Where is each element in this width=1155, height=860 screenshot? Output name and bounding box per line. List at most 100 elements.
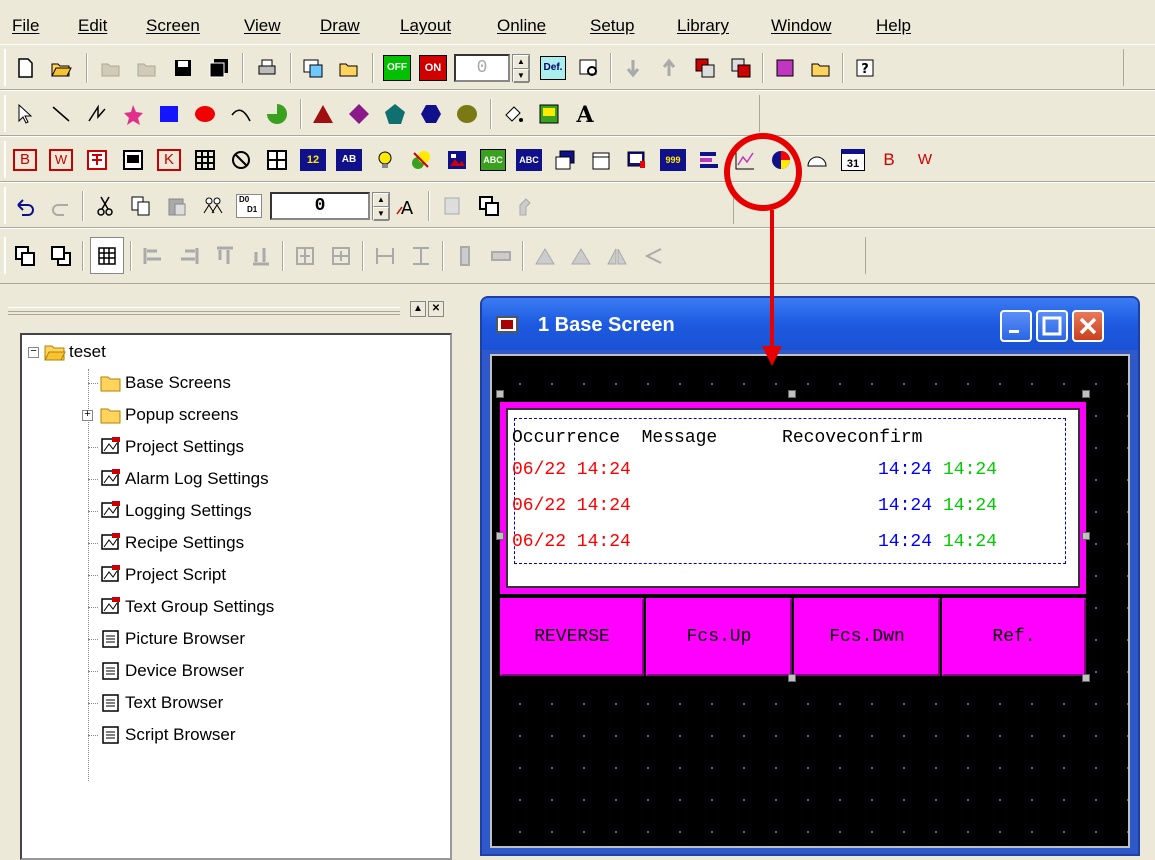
word-lamp-button[interactable]: W xyxy=(908,141,942,178)
tree-collapse-toggle[interactable]: − xyxy=(28,347,39,358)
rotate-right-button[interactable] xyxy=(564,237,598,274)
reverse-button[interactable]: REVERSE xyxy=(500,598,644,676)
align-left-button[interactable] xyxy=(136,237,170,274)
distribute-v-button[interactable] xyxy=(404,237,438,274)
date-display-button[interactable]: 31 xyxy=(836,141,870,178)
menu-window[interactable]: Window xyxy=(771,16,831,36)
select-tool-button[interactable] xyxy=(8,95,42,132)
state-spinner[interactable]: ▲ ▼ xyxy=(512,54,530,83)
pentagon-tool-button[interactable] xyxy=(378,95,412,132)
meter-button[interactable] xyxy=(800,141,834,178)
hexagon-tool-button[interactable] xyxy=(414,95,448,132)
calendar-button[interactable] xyxy=(584,141,618,178)
help-button[interactable]: ? xyxy=(848,49,882,86)
bring-front-button[interactable] xyxy=(8,237,42,274)
tree-item-project-settings[interactable]: Project Settings xyxy=(100,434,244,460)
diamond-tool-button[interactable] xyxy=(342,95,376,132)
tree-item-logging-settings[interactable]: Logging Settings xyxy=(100,498,252,524)
rotate-left-button[interactable] xyxy=(528,237,562,274)
numeric-display-button[interactable]: 12 xyxy=(296,141,330,178)
align-bottom-button[interactable] xyxy=(244,237,278,274)
selection-handle[interactable] xyxy=(496,390,504,398)
center-v-button[interactable] xyxy=(324,237,358,274)
selection-handle[interactable] xyxy=(496,532,504,540)
window-parts-button[interactable] xyxy=(548,141,582,178)
indicator-button[interactable] xyxy=(260,141,294,178)
selection-handle[interactable] xyxy=(788,390,796,398)
selection-handle[interactable] xyxy=(1082,390,1090,398)
paste-button[interactable] xyxy=(160,187,194,224)
grid-toggle-button[interactable] xyxy=(90,237,124,274)
menu-edit[interactable]: Edit xyxy=(78,16,107,36)
transfer-button-2[interactable] xyxy=(724,49,758,86)
menu-help[interactable]: Help xyxy=(876,16,911,36)
library-button[interactable] xyxy=(768,49,802,86)
align-top-button[interactable] xyxy=(208,237,242,274)
line-tool-button[interactable] xyxy=(44,95,78,132)
key-button[interactable]: K xyxy=(152,141,186,178)
open-disabled-button-2[interactable] xyxy=(130,49,164,86)
tree-expand-toggle[interactable]: + xyxy=(82,410,93,421)
d0-d1-button[interactable]: D0 D1 xyxy=(232,187,266,224)
octagon-tool-button[interactable] xyxy=(450,95,484,132)
rectangle-tool-button[interactable] xyxy=(152,95,186,132)
lamp-button[interactable] xyxy=(368,141,402,178)
tree-item-script-browser[interactable]: Script Browser xyxy=(100,722,236,748)
save-button[interactable] xyxy=(166,49,200,86)
tree-item-popup-screens[interactable]: Popup screens xyxy=(100,402,238,428)
paint-tool-button[interactable] xyxy=(496,95,530,132)
tree-item-text-browser[interactable]: Text Browser xyxy=(100,690,223,716)
message-display2-button[interactable]: ABC xyxy=(512,141,546,178)
selection-handle[interactable] xyxy=(788,674,796,682)
upload-button[interactable] xyxy=(652,49,686,86)
font-size-button[interactable]: A xyxy=(388,187,422,224)
redo-button[interactable] xyxy=(44,187,78,224)
print-button[interactable] xyxy=(250,49,284,86)
flip-h-button[interactable] xyxy=(600,237,634,274)
tree-item-text-group-settings[interactable]: Text Group Settings xyxy=(100,594,274,620)
keypad-button[interactable] xyxy=(116,141,150,178)
focus-down-button[interactable]: Fcs.Dwn xyxy=(794,598,940,676)
triangle-tool-button[interactable] xyxy=(306,95,340,132)
screen-canvas[interactable]: Occurrence Message Recoveconfirm 06/22 1… xyxy=(490,354,1130,848)
word-switch-button[interactable]: W xyxy=(44,141,78,178)
screen-change-button[interactable] xyxy=(80,141,114,178)
flip-v-button[interactable] xyxy=(636,237,670,274)
menu-online[interactable]: Online xyxy=(497,16,546,36)
alarm-button[interactable] xyxy=(620,141,654,178)
focus-up-button[interactable]: Fcs.Up xyxy=(646,598,792,676)
open-file-button[interactable] xyxy=(44,49,78,86)
table-button[interactable] xyxy=(188,141,222,178)
tree-item-picture-browser[interactable]: Picture Browser xyxy=(100,626,245,652)
bit-lamp-button[interactable]: B xyxy=(872,141,906,178)
minimize-button[interactable] xyxy=(1000,310,1032,342)
arc-tool-button[interactable] xyxy=(224,95,258,132)
sector-tool-button[interactable] xyxy=(260,95,294,132)
refresh-button[interactable]: Ref. xyxy=(942,598,1086,676)
window-title-bar[interactable]: 1 Base Screen xyxy=(482,298,1138,350)
duplicate-button[interactable] xyxy=(472,187,506,224)
value-input[interactable]: 0 xyxy=(270,192,370,220)
circle-tool-button[interactable] xyxy=(188,95,222,132)
bit-switch-button[interactable]: B xyxy=(8,141,42,178)
tree-item-project-script[interactable]: Project Script xyxy=(100,562,226,588)
send-back-button[interactable] xyxy=(44,237,78,274)
transfer-button-1[interactable] xyxy=(688,49,722,86)
menu-view[interactable]: View xyxy=(244,16,281,36)
polyline-tool-button[interactable] xyxy=(80,95,114,132)
open-library-button[interactable] xyxy=(804,49,838,86)
group-button[interactable] xyxy=(196,187,230,224)
alarm-display[interactable]: Occurrence Message Recoveconfirm 06/22 1… xyxy=(500,402,1086,594)
same-width-button[interactable] xyxy=(448,237,482,274)
menu-setup[interactable]: Setup xyxy=(590,16,634,36)
menu-layout[interactable]: Layout xyxy=(400,16,451,36)
attribute-button[interactable] xyxy=(508,187,542,224)
screen-button[interactable] xyxy=(296,49,330,86)
data-display-button[interactable]: 999 xyxy=(656,141,690,178)
off-button[interactable]: OFF xyxy=(380,49,414,86)
menu-library[interactable]: Library xyxy=(677,16,729,36)
copy-disabled-button[interactable] xyxy=(436,187,470,224)
tree-item-recipe-settings[interactable]: Recipe Settings xyxy=(100,530,244,556)
save-all-button[interactable] xyxy=(202,49,236,86)
undo-button[interactable] xyxy=(8,187,42,224)
